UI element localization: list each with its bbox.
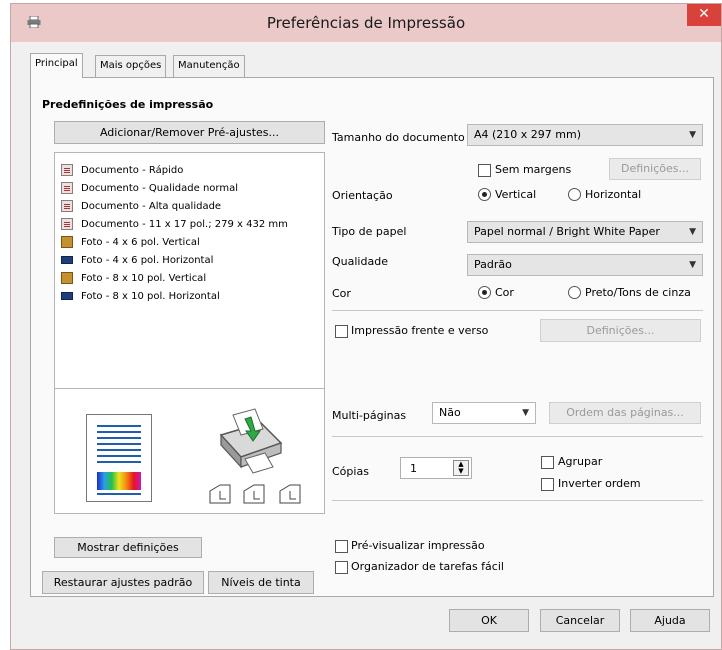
chevron-down-icon: ▼ xyxy=(689,130,696,140)
collate-checkbox[interactable] xyxy=(541,456,554,469)
photo-vertical-icon xyxy=(61,236,73,248)
divider xyxy=(332,310,703,311)
restore-defaults-button[interactable]: Restaurar ajustes padrão xyxy=(42,571,204,594)
ink-levels-button[interactable]: Níveis de tinta xyxy=(208,571,314,594)
list-item[interactable]: Foto - 8 x 10 pol. Horizontal xyxy=(61,288,220,304)
tab-more-options[interactable]: Mais opções xyxy=(95,55,167,77)
close-button[interactable]: ✕ xyxy=(687,4,721,26)
presets-heading: Predefinições de impressão xyxy=(42,98,214,111)
grayscale-option-label: Preto/Tons de cinza xyxy=(585,286,691,299)
collate-label: Agrupar xyxy=(558,455,603,468)
divider xyxy=(332,436,703,437)
preset-label: Foto - 4 x 6 pol. Vertical xyxy=(81,236,200,248)
multipage-value: Não xyxy=(439,406,461,419)
orientation-horizontal-radio[interactable] xyxy=(568,188,581,201)
spin-arrows-icon[interactable]: ▲ ▼ xyxy=(453,460,469,476)
document-icon xyxy=(61,182,73,194)
help-button[interactable]: Ajuda xyxy=(630,609,710,632)
duplex-label: Impressão frente e verso xyxy=(351,324,489,337)
add-remove-presets-button[interactable]: Adicionar/Remover Pré-ajustes... xyxy=(54,121,325,144)
title-bar[interactable]: Preferências de Impressão ✕ xyxy=(11,4,721,42)
multipage-label: Multi-páginas xyxy=(332,409,407,422)
paper-type-value: Papel normal / Bright White Paper xyxy=(474,225,660,238)
print-preferences-window: Preferências de Impressão ✕ Principal Ma… xyxy=(10,3,722,650)
list-item[interactable]: Documento - Alta qualidade xyxy=(61,198,221,214)
print-preview-label: Pré-visualizar impressão xyxy=(351,539,485,552)
list-item[interactable]: Foto - 8 x 10 pol. Vertical xyxy=(61,270,206,286)
copies-value: 1 xyxy=(410,462,417,475)
doc-size-value: A4 (210 x 297 mm) xyxy=(474,128,582,141)
list-item[interactable]: Documento - Qualidade normal xyxy=(61,180,238,196)
list-item[interactable]: Foto - 4 x 6 pol. Horizontal xyxy=(61,252,213,268)
borderless-label: Sem margens xyxy=(495,163,572,176)
color-bar xyxy=(97,472,141,490)
grayscale-radio[interactable] xyxy=(568,286,581,299)
preset-label: Foto - 8 x 10 pol. Horizontal xyxy=(81,290,220,302)
photo-vertical-icon xyxy=(61,272,73,284)
preset-label: Documento - Qualidade normal xyxy=(81,182,238,194)
printer-preview-icon xyxy=(219,408,283,474)
tab-principal[interactable]: Principal xyxy=(30,53,83,78)
job-arranger-checkbox[interactable] xyxy=(335,561,348,574)
duplex-checkbox[interactable] xyxy=(335,325,348,338)
print-preview-checkbox[interactable] xyxy=(335,540,348,553)
orientation-horizontal-label: Horizontal xyxy=(585,188,642,201)
show-settings-button[interactable]: Mostrar definições xyxy=(54,537,202,558)
document-icon xyxy=(61,218,73,230)
chevron-down-icon: ▼ xyxy=(689,227,696,237)
color-option-label: Cor xyxy=(495,286,514,299)
color-radio[interactable] xyxy=(478,286,491,299)
document-icon xyxy=(61,164,73,176)
job-arranger-label: Organizador de tarefas fácil xyxy=(351,560,504,573)
preset-label: Foto - 8 x 10 pol. Vertical xyxy=(81,272,207,284)
copies-stepper[interactable]: 1 ▲ ▼ xyxy=(400,457,472,479)
reverse-order-checkbox[interactable] xyxy=(541,478,554,491)
list-item[interactable]: Documento - Rápido xyxy=(61,162,183,178)
document-icon xyxy=(61,200,73,212)
preset-label: Documento - Alta qualidade xyxy=(81,200,222,212)
duplex-settings-button[interactable]: Definições... xyxy=(540,319,701,342)
copies-label: Cópias xyxy=(332,465,369,478)
quality-label: Qualidade xyxy=(332,255,388,268)
color-label: Cor xyxy=(332,287,351,300)
preset-label: Foto - 4 x 6 pol. Horizontal xyxy=(81,254,214,266)
ok-button[interactable]: OK xyxy=(449,609,529,632)
tab-maintenance[interactable]: Manutenção xyxy=(173,55,245,77)
list-item[interactable]: Documento - 11 x 17 pol.; 279 x 432 mm xyxy=(61,216,288,232)
orientation-label: Orientação xyxy=(332,189,393,202)
chevron-down-icon: ▼ xyxy=(689,260,696,270)
list-item[interactable]: Foto - 4 x 6 pol. Vertical xyxy=(61,234,200,250)
doc-size-select[interactable]: A4 (210 x 297 mm) ▼ xyxy=(467,124,703,146)
presets-list: Documento - Rápido Documento - Qualidade… xyxy=(54,152,325,514)
borderless-checkbox[interactable] xyxy=(478,164,491,177)
orientation-vertical-label: Vertical xyxy=(495,188,537,201)
photo-horizontal-icon xyxy=(61,256,73,264)
doc-size-label: Tamanho do documento xyxy=(332,131,465,144)
preset-label: Documento - Rápido xyxy=(81,164,184,176)
window-title: Preferências de Impressão xyxy=(266,14,466,32)
chevron-down-icon: ▼ xyxy=(522,408,529,418)
quality-value: Padrão xyxy=(474,258,512,271)
paper-type-label: Tipo de papel xyxy=(332,225,407,238)
divider xyxy=(332,500,703,501)
preset-label: Documento - 11 x 17 pol.; 279 x 432 mm xyxy=(81,218,288,230)
paper-type-select[interactable]: Papel normal / Bright White Paper ▼ xyxy=(467,221,703,243)
page-order-button[interactable]: Ordem das páginas... xyxy=(549,402,701,424)
cancel-button[interactable]: Cancelar xyxy=(540,609,620,632)
multipage-select[interactable]: Não ▼ xyxy=(432,402,536,424)
output-pages-icon xyxy=(209,484,301,504)
borderless-settings-button[interactable]: Definições... xyxy=(609,158,701,180)
photo-horizontal-icon xyxy=(61,292,73,300)
reverse-order-label: Inverter ordem xyxy=(558,477,641,490)
quality-select[interactable]: Padrão ▼ xyxy=(467,254,703,276)
preview-divider xyxy=(55,388,324,389)
page-preview xyxy=(86,414,152,502)
orientation-vertical-radio[interactable] xyxy=(478,188,491,201)
